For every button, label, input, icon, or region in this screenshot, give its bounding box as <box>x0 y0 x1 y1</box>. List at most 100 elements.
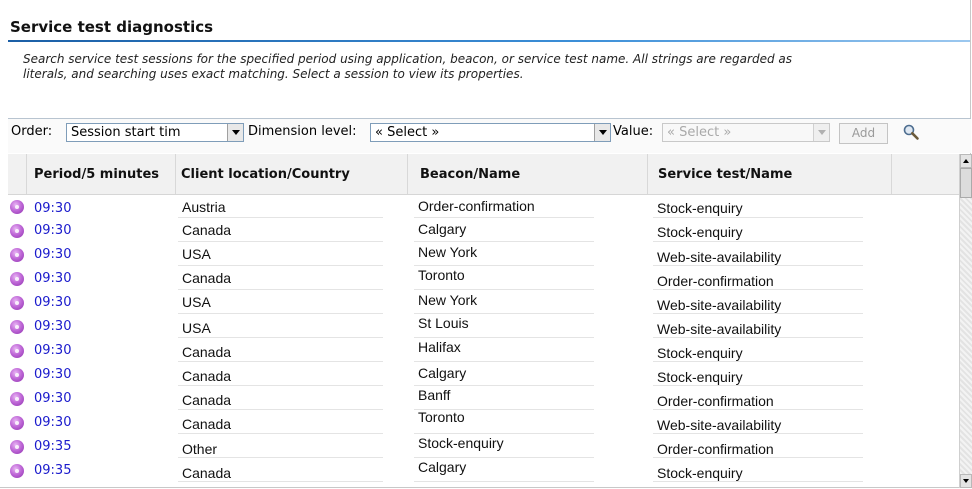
session-icon[interactable] <box>10 320 24 334</box>
page-title: Service test diagnostics <box>10 18 214 36</box>
session-icon[interactable] <box>10 440 24 454</box>
period-cell[interactable]: 09:30 <box>34 339 71 363</box>
beacon-cell: New York <box>418 292 478 308</box>
column-header-service-test[interactable]: Service test/Name <box>658 154 878 194</box>
cell-underline <box>653 217 863 218</box>
order-select-value: Session start tim <box>71 125 181 140</box>
beacon-cell: Stock-enquiry <box>418 435 504 451</box>
session-icon[interactable] <box>10 464 24 478</box>
beacon-cell: Calgary <box>418 221 467 237</box>
scroll-down-button[interactable] <box>960 474 972 488</box>
period-cell[interactable]: 09:35 <box>34 459 71 483</box>
period-cell[interactable]: 09:30 <box>34 291 71 315</box>
period-cell[interactable]: 09:30 <box>34 219 71 243</box>
period-cell[interactable]: 09:30 <box>34 387 71 411</box>
table-row[interactable]: 09:30 USA New York Web-site-availability <box>8 291 959 315</box>
cell-underline <box>653 457 863 458</box>
country-cell: Canada <box>182 270 232 286</box>
session-icon[interactable] <box>10 296 24 310</box>
cell-underline <box>178 457 383 458</box>
table-row[interactable]: 09:30 Canada Toronto Order-confirmation <box>8 267 959 291</box>
scroll-thumb[interactable] <box>960 168 972 198</box>
value-select-value: « Select » <box>667 125 732 140</box>
cell-underline <box>653 337 863 338</box>
beacon-cell: Toronto <box>418 409 465 425</box>
cell-underline <box>653 241 863 242</box>
beacon-cell: Order-confirmation <box>418 198 535 214</box>
session-icon[interactable] <box>10 344 24 358</box>
cell-underline <box>653 265 863 266</box>
magnifier-icon[interactable] <box>902 123 920 141</box>
period-cell[interactable]: 09:30 <box>34 243 71 267</box>
session-icon[interactable] <box>10 392 24 406</box>
cell-underline <box>178 337 383 338</box>
table-row[interactable]: 09:30 Canada Halifax Stock-enquiry <box>8 339 959 363</box>
table-row[interactable]: 09:30 Canada Calgary Stock-enquiry <box>8 219 959 243</box>
cell-underline <box>653 289 863 290</box>
table-row[interactable]: 09:35 Other Stock-enquiry Order-confirmatio… <box>8 435 959 459</box>
chevron-down-icon[interactable] <box>813 124 829 141</box>
dimension-level-label: Dimension level: <box>248 124 357 139</box>
title-divider <box>8 40 970 42</box>
dimension-level-select-value: « Select » <box>375 125 440 140</box>
country-cell: USA <box>182 294 211 310</box>
chevron-down-icon[interactable] <box>227 124 243 141</box>
column-header-country[interactable]: Client location/Country <box>181 154 401 194</box>
beacon-cell: Toronto <box>418 267 465 283</box>
value-label: Value: <box>613 124 654 139</box>
beacon-cell: Banff <box>418 387 451 403</box>
period-cell[interactable]: 09:30 <box>34 197 71 221</box>
filter-toolbar: Order: Session start tim Dimension level… <box>8 118 971 153</box>
cell-underline <box>414 481 594 482</box>
column-header-beacon[interactable]: Beacon/Name <box>420 154 640 194</box>
table-row[interactable]: 09:30 Canada Calgary Stock-enquiry <box>8 363 959 387</box>
scroll-track[interactable] <box>960 198 972 474</box>
beacon-cell: Calgary <box>418 459 467 475</box>
vertical-scrollbar[interactable] <box>959 154 972 488</box>
country-cell: USA <box>182 246 211 262</box>
sessions-table: Period/5 minutes Client location/Country… <box>8 154 959 488</box>
beacon-cell: Calgary <box>418 365 467 381</box>
session-icon[interactable] <box>10 200 24 214</box>
add-button[interactable]: Add <box>839 123 888 144</box>
session-icon[interactable] <box>10 368 24 382</box>
period-cell[interactable]: 09:30 <box>34 267 71 291</box>
cell-underline <box>178 433 383 434</box>
order-select[interactable]: Session start tim <box>66 123 244 142</box>
column-header-period[interactable]: Period/5 minutes <box>34 154 174 194</box>
table-row[interactable]: 09:30 USA New York Web-site-availability <box>8 243 959 267</box>
column-divider <box>891 154 892 194</box>
session-icon[interactable] <box>10 272 24 286</box>
table-row[interactable]: 09:30 Canada Banff Order-confirmation <box>8 387 959 411</box>
period-cell[interactable]: 09:35 <box>34 435 71 459</box>
dimension-level-select[interactable]: « Select » <box>370 123 611 142</box>
period-cell[interactable]: 09:30 <box>34 363 71 387</box>
page-description: Search service test sessions for the spe… <box>23 52 968 82</box>
period-cell[interactable]: 09:30 <box>34 411 71 435</box>
period-cell[interactable]: 09:30 <box>34 315 71 339</box>
description-line-1: Search service test sessions for the spe… <box>23 52 792 66</box>
cell-underline <box>653 409 863 410</box>
value-select[interactable]: « Select » <box>662 123 830 142</box>
column-divider <box>647 154 648 194</box>
table-row[interactable]: 09:35 Canada Calgary Stock-enquiry <box>8 459 959 483</box>
cell-underline <box>653 361 863 362</box>
beacon-cell: Halifax <box>418 339 461 355</box>
description-line-2: literals, and searching uses exact match… <box>23 67 524 81</box>
session-icon[interactable] <box>10 416 24 430</box>
chevron-down-icon[interactable] <box>594 124 610 141</box>
cell-underline <box>653 433 863 434</box>
cell-underline <box>653 385 863 386</box>
cell-underline <box>653 481 863 482</box>
table-header: Period/5 minutes Client location/Country… <box>8 154 959 195</box>
scroll-up-button[interactable] <box>960 154 972 168</box>
table-row[interactable]: 09:30 Austria Order-confirmation Stock-enqu… <box>8 195 959 219</box>
column-divider <box>407 154 408 194</box>
session-icon[interactable] <box>10 248 24 262</box>
cell-underline <box>653 313 863 314</box>
country-cell: Canada <box>182 222 232 238</box>
table-row[interactable]: 09:30 USA St Louis Web-site-availability <box>8 315 959 339</box>
column-divider <box>175 154 176 194</box>
cell-underline <box>178 409 383 410</box>
session-icon[interactable] <box>10 224 24 238</box>
